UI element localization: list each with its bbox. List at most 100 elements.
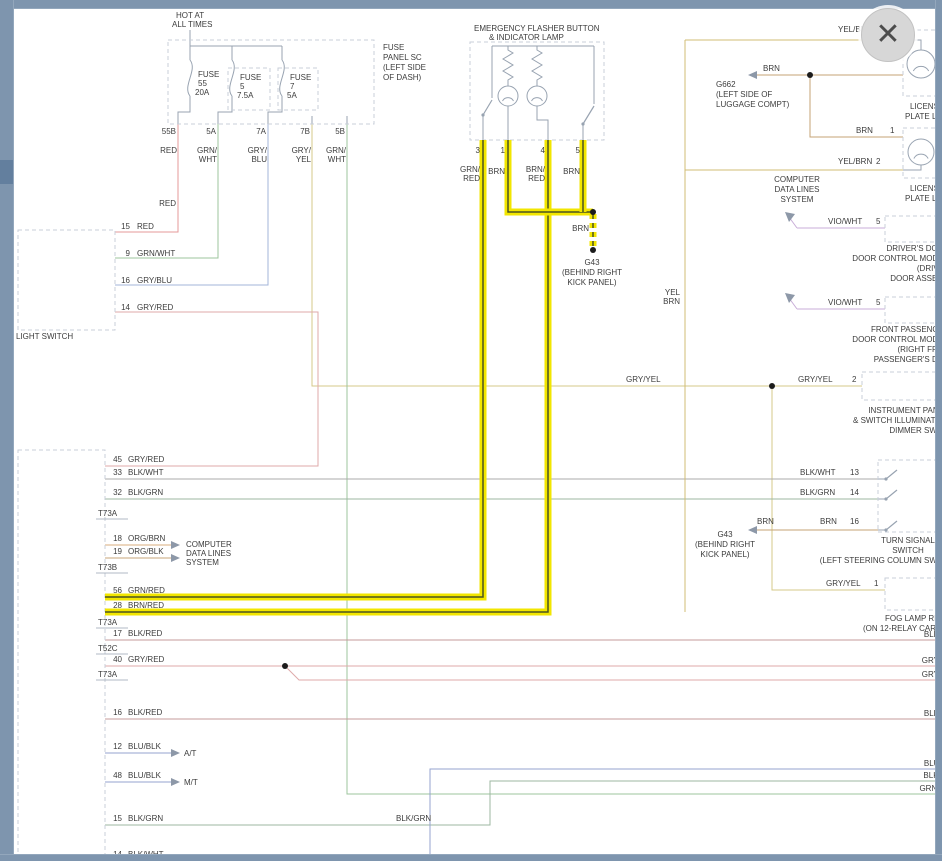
diagram-label: GRY/BLU xyxy=(137,276,172,285)
diagram-label: GRY/RED xyxy=(128,455,165,464)
diagram-label: (BEHIND RIGHT xyxy=(562,268,622,277)
diagram-label: TURN SIGNAL xyxy=(881,536,935,545)
diagram-label: YEL xyxy=(296,155,312,164)
diagram-label: 2 xyxy=(876,157,881,166)
arrow-icon xyxy=(171,778,180,786)
diagram-label: FUSE xyxy=(290,73,311,82)
lamp-filament-icon xyxy=(913,66,928,71)
diagram-label: 15 xyxy=(121,222,130,231)
wire[interactable] xyxy=(115,124,268,285)
arrow-icon xyxy=(748,526,757,534)
diagram-label: 5 xyxy=(876,298,881,307)
wire[interactable] xyxy=(105,312,318,466)
diagram-label: 55B xyxy=(162,127,176,136)
light-switch-box xyxy=(18,230,115,330)
switch-lever-icon xyxy=(886,470,897,479)
diagram-label: 32 xyxy=(113,488,122,497)
diagram-label: 5B xyxy=(335,127,345,136)
fog-relay-box xyxy=(885,578,942,610)
wire[interactable] xyxy=(218,96,232,124)
diagram-label: 7A xyxy=(256,127,266,136)
wire[interactable] xyxy=(312,124,862,386)
diagram-label: BRN xyxy=(572,224,589,233)
wire[interactable] xyxy=(903,165,921,170)
highlighted-wire-core xyxy=(105,140,483,597)
lamp-icon xyxy=(908,139,934,165)
diagram-label: BLK/WHT xyxy=(128,468,164,477)
diagram-label: BLK/GRN xyxy=(128,814,163,823)
close-button[interactable]: ✕ xyxy=(861,8,915,62)
diagram-label: 28 xyxy=(113,601,122,610)
diagram-label: BRN xyxy=(763,64,780,73)
wire[interactable] xyxy=(537,106,548,140)
connector-label: T52C xyxy=(98,644,118,653)
diagram-label: A/T xyxy=(184,749,197,758)
diagram-label: 5A xyxy=(287,91,297,100)
fuse-icon xyxy=(230,60,235,96)
driver-door-module-box xyxy=(885,216,942,242)
close-icon: ✕ xyxy=(875,20,900,50)
highlighted-wire[interactable] xyxy=(105,140,483,597)
diagram-label: 19 xyxy=(113,547,122,556)
diagram-label: 16 xyxy=(113,708,122,717)
fuse-icon xyxy=(188,60,193,96)
window-frame-bottom xyxy=(0,854,942,861)
diagram-label: DRIVER'S DOO xyxy=(886,244,942,253)
diagram-label: BLK/WHT xyxy=(800,468,836,477)
diagram-label: GRN/WHT xyxy=(137,249,175,258)
window-frame-left xyxy=(0,0,14,861)
diagram-label: 13 xyxy=(850,468,859,477)
wire[interactable] xyxy=(178,96,190,124)
wire[interactable] xyxy=(285,666,942,680)
diagram-label: 1 xyxy=(874,579,879,588)
diagram-label: DOOR CONTROL MODU xyxy=(852,254,942,263)
diagram-label: COMPUTER xyxy=(774,175,820,184)
diagram-label: 5A xyxy=(206,127,216,136)
diagram-label: GRY/ xyxy=(248,146,268,155)
diagram-label: 3 xyxy=(476,146,481,155)
diagram-label: 56 xyxy=(113,586,122,595)
arrow-icon xyxy=(785,293,795,303)
junction-dot xyxy=(590,247,596,253)
switch-pivot-icon xyxy=(884,528,887,531)
diagram-label: G662 xyxy=(716,80,736,89)
diagram-label: WHT xyxy=(199,155,217,164)
diagram-label: BLK/RED xyxy=(128,708,162,717)
diagram-label: KICK PANEL) xyxy=(567,278,617,287)
diagram-label: BRN xyxy=(663,297,680,306)
junction-dot xyxy=(807,72,813,78)
wire[interactable] xyxy=(105,781,942,825)
diagram-label: INSTRUMENT PANE xyxy=(868,406,942,415)
diagram-label: VIO/WHT xyxy=(828,298,862,307)
diagram-label: 18 xyxy=(113,534,122,543)
lamp-filament-icon xyxy=(503,98,514,101)
lamp-filament-icon xyxy=(532,98,543,101)
diagram-label: 5 xyxy=(576,146,581,155)
diagram-label: DOOR CONTROL MODU xyxy=(852,335,942,344)
diagram-label: 7 xyxy=(290,82,295,91)
resistor-icon xyxy=(532,46,542,86)
wire[interactable] xyxy=(115,124,218,258)
switch-pivot-icon xyxy=(481,113,484,116)
diagram-label: G43 xyxy=(717,530,733,539)
diagram-label: FUSE xyxy=(383,43,404,52)
wire[interactable] xyxy=(430,769,942,861)
connector-label: T73A xyxy=(98,618,118,627)
switch-pivot-icon xyxy=(884,477,887,480)
junction-dot xyxy=(282,663,288,669)
diagram-label: (BEHIND RIGHT xyxy=(695,540,755,549)
connector-label: T73A xyxy=(98,670,118,679)
diagram-label: BLU xyxy=(251,155,267,164)
resistor-icon xyxy=(503,46,513,86)
diagram-label: BLK/GRN xyxy=(128,488,163,497)
diagram-label: SYSTEM xyxy=(781,195,814,204)
diagram-label: HOT AT xyxy=(176,11,204,20)
wiring-diagram-canvas[interactable]: T73AT73BT73AT52CT73AHOT ATALL TIMESFUSE5… xyxy=(0,0,942,861)
diagram-label: BLK/GRN xyxy=(396,814,431,823)
diagram-label: FUSE xyxy=(240,73,261,82)
connector-label: T73A xyxy=(98,509,118,518)
wire[interactable] xyxy=(115,124,178,232)
diagram-label: ORG/BRN xyxy=(128,534,166,543)
diagram-label: & SWITCH ILLUMINATIO xyxy=(853,416,942,425)
diagram-label: (LEFT STEERING COLUMN SWIT xyxy=(820,556,942,565)
